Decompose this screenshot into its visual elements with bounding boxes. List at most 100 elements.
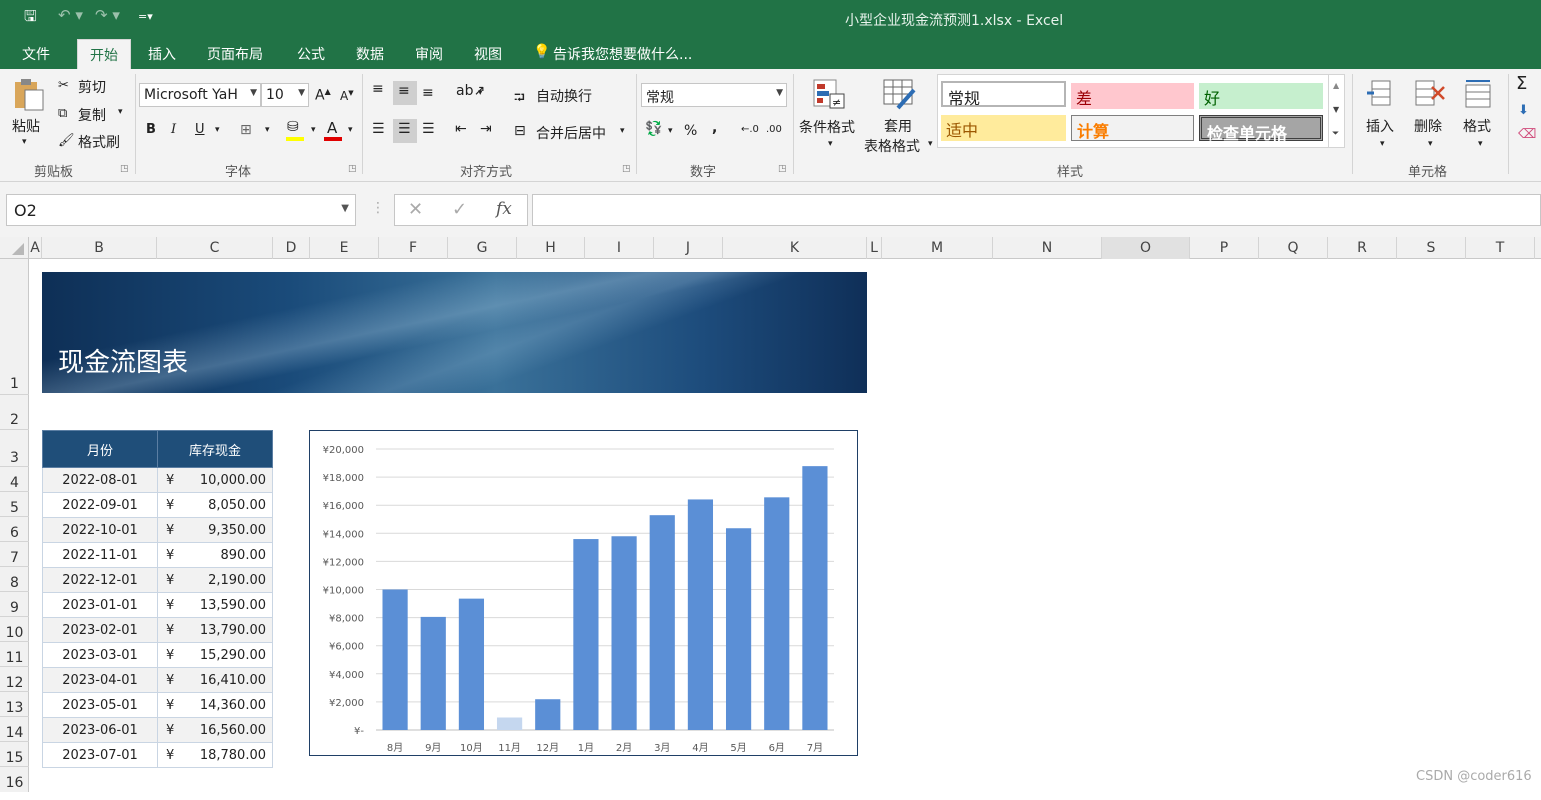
increase-decimal-icon[interactable]: ←.0: [741, 124, 759, 135]
column-header[interactable]: H: [517, 237, 585, 259]
select-all-corner[interactable]: [0, 237, 29, 259]
cash-cell[interactable]: ¥10,000.00: [157, 467, 273, 493]
comma-button[interactable]: ,: [712, 120, 717, 136]
insert-function-icon[interactable]: fx: [496, 199, 512, 219]
conditional-format-icon[interactable]: ≠: [812, 78, 846, 114]
cash-cell[interactable]: ¥890.00: [157, 542, 273, 568]
row-header[interactable]: 11: [0, 642, 29, 667]
table-header-month[interactable]: 月份: [42, 430, 158, 468]
format-dropdown-icon[interactable]: ▾: [1478, 139, 1483, 149]
row-header[interactable]: 5: [0, 492, 29, 517]
format-cells-icon[interactable]: [1464, 79, 1494, 113]
row-header[interactable]: 9: [0, 592, 29, 617]
column-header[interactable]: M: [882, 237, 993, 259]
cash-cell[interactable]: ¥8,050.00: [157, 492, 273, 518]
cash-cell[interactable]: ¥2,190.00: [157, 567, 273, 593]
orientation-dropdown-icon[interactable]: ▾: [478, 88, 483, 98]
table-format-button-line2[interactable]: 表格格式: [864, 136, 920, 156]
paste-icon[interactable]: [12, 77, 46, 111]
chart-bar[interactable]: [458, 598, 485, 730]
cash-cell[interactable]: ¥16,410.00: [157, 667, 273, 693]
cash-cell[interactable]: ¥13,590.00: [157, 592, 273, 618]
column-header-selected[interactable]: O: [1102, 237, 1190, 259]
tab-view[interactable]: 视图: [474, 44, 502, 64]
align-left-icon[interactable]: ☰: [372, 121, 385, 137]
insert-button[interactable]: 插入: [1366, 116, 1394, 136]
name-box[interactable]: O2 ▼: [6, 194, 356, 226]
cancel-icon[interactable]: ✕: [408, 199, 423, 220]
tab-review[interactable]: 审阅: [415, 44, 443, 64]
tab-file[interactable]: 文件: [22, 44, 50, 64]
date-cell[interactable]: 2023-06-01: [42, 717, 158, 743]
column-header[interactable]: K: [723, 237, 867, 259]
increase-indent-icon[interactable]: ⇥: [480, 121, 492, 137]
accounting-format-icon[interactable]: 💱: [645, 121, 662, 137]
chart-bar[interactable]: [802, 466, 828, 730]
border-icon[interactable]: ⊞: [240, 122, 252, 138]
column-header[interactable]: A: [29, 237, 42, 259]
chart-bar[interactable]: [725, 528, 752, 730]
delete-dropdown-icon[interactable]: ▾: [1428, 139, 1433, 149]
tab-data[interactable]: 数据: [356, 44, 384, 64]
column-header[interactable]: I: [585, 237, 654, 259]
chart-bar[interactable]: [496, 717, 523, 730]
percent-button[interactable]: %: [684, 123, 697, 139]
chevron-down-icon[interactable]: ▼: [341, 203, 349, 214]
tab-home[interactable]: 开始: [77, 39, 131, 69]
alignment-launcher-icon[interactable]: ◳: [622, 164, 631, 174]
undo-icon[interactable]: ↶ ▾: [58, 6, 83, 24]
row-header[interactable]: 6: [0, 517, 29, 542]
insert-cells-icon[interactable]: [1366, 79, 1394, 113]
fill-icon[interactable]: ⬇: [1518, 103, 1529, 118]
font-color-dropdown-icon[interactable]: ▾: [348, 125, 353, 135]
decrease-indent-icon[interactable]: ⇤: [455, 121, 467, 137]
paste-dropdown-icon[interactable]: ▾: [22, 137, 27, 147]
table-format-button-line1[interactable]: 套用: [884, 116, 912, 136]
merge-dropdown-icon[interactable]: ▾: [620, 126, 625, 136]
merge-center-button[interactable]: 合并后居中: [536, 123, 606, 143]
row-header[interactable]: 15: [0, 742, 29, 767]
cash-flow-chart[interactable]: ¥- ¥2,000 ¥4,000 ¥6,000 ¥8,000 ¥10,000 ¥12,000…: [309, 430, 858, 756]
style-check-cell[interactable]: 检查单元格: [1199, 115, 1323, 143]
autosum-icon[interactable]: Σ: [1516, 73, 1527, 94]
row-header[interactable]: 14: [0, 717, 29, 742]
resize-handle-icon[interactable]: ⋮: [371, 200, 385, 216]
tell-me-box[interactable]: 告诉我您想要做什么...: [553, 44, 692, 64]
date-cell[interactable]: 2023-02-01: [42, 617, 158, 643]
date-cell[interactable]: 2022-11-01: [42, 542, 158, 568]
date-cell[interactable]: 2022-10-01: [42, 517, 158, 543]
tab-insert[interactable]: 插入: [148, 44, 176, 64]
customize-qat-icon[interactable]: =▾: [138, 10, 153, 23]
border-dropdown-icon[interactable]: ▾: [265, 125, 270, 135]
number-launcher-icon[interactable]: ◳: [778, 164, 787, 174]
gallery-up-icon[interactable]: ▲: [1333, 81, 1339, 90]
cash-cell[interactable]: ¥16,560.00: [157, 717, 273, 743]
paste-button[interactable]: 粘贴: [12, 116, 40, 136]
italic-button[interactable]: I: [171, 122, 176, 137]
cash-cell[interactable]: ¥14,360.00: [157, 692, 273, 718]
table-format-dropdown-icon[interactable]: ▾: [928, 139, 933, 149]
gallery-scroll[interactable]: ▲ ▼ ⏷: [1328, 75, 1344, 147]
font-size-combo[interactable]: 10 ▼: [261, 83, 309, 107]
clipboard-launcher-icon[interactable]: ◳: [120, 164, 129, 174]
underline-button[interactable]: U: [195, 122, 205, 137]
row-header[interactable]: 10: [0, 617, 29, 642]
column-header[interactable]: E: [310, 237, 379, 259]
number-format-combo[interactable]: 常规 ▼: [641, 83, 787, 107]
clear-icon[interactable]: ⌫: [1518, 127, 1536, 142]
cash-cell[interactable]: ¥9,350.00: [157, 517, 273, 543]
row-header[interactable]: 16: [0, 767, 29, 792]
column-header[interactable]: Q: [1259, 237, 1328, 259]
column-header[interactable]: S: [1397, 237, 1466, 259]
chart-bar[interactable]: [649, 515, 675, 730]
row-header[interactable]: 13: [0, 692, 29, 717]
conditional-format-dropdown-icon[interactable]: ▾: [828, 139, 833, 149]
align-right-icon[interactable]: ☰: [422, 121, 435, 137]
row-header[interactable]: 8: [0, 567, 29, 592]
style-calculation[interactable]: 计算: [1071, 115, 1194, 141]
chart-bar[interactable]: [687, 499, 714, 730]
accounting-dropdown-icon[interactable]: ▾: [668, 126, 673, 136]
column-header[interactable]: F: [379, 237, 448, 259]
style-normal[interactable]: 常规: [941, 81, 1066, 108]
grow-font-icon[interactable]: A▲: [315, 87, 331, 104]
